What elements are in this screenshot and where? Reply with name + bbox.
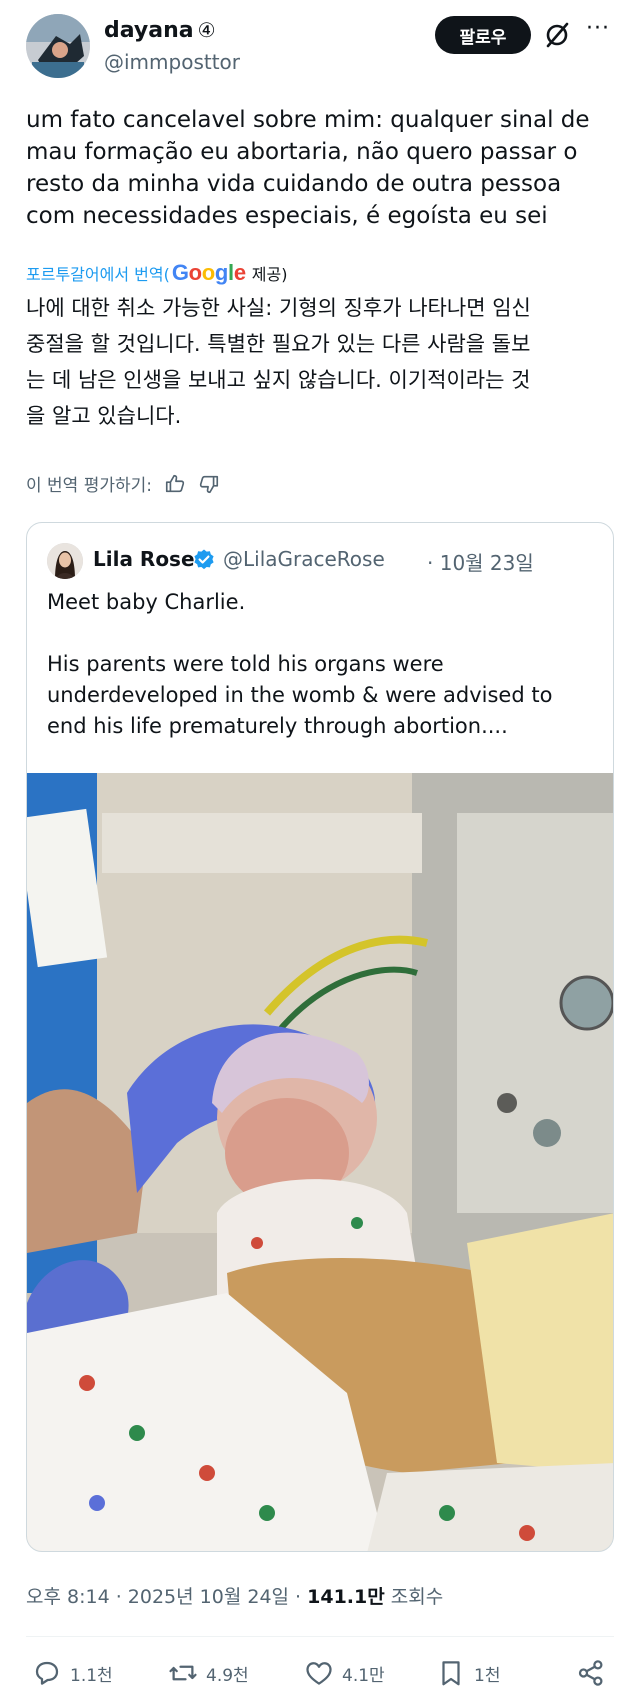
quoted-tweet-card[interactable]: Lila Rose @LilaGraceRose · 10월 23일 Meet … <box>26 522 614 1552</box>
share-icon <box>578 1660 603 1686</box>
quoted-author-name[interactable]: Lila Rose <box>93 547 195 571</box>
translation-attribution[interactable]: 포르투갈어에서 번역( Google 제공) <box>26 260 287 286</box>
quoted-date: · 10월 23일 <box>427 551 534 575</box>
action-bar: 1.1천 4.9천 4.1만 1천 <box>0 1650 640 1700</box>
bookmark-icon <box>442 1661 460 1686</box>
heart-icon <box>306 1662 332 1685</box>
author-badge: ④ <box>197 18 216 42</box>
tweet-meta: 오후 8:14 · 2025년 10월 24일 · 141.1만 조회수 <box>26 1582 443 1609</box>
follow-button[interactable]: 팔로우 <box>435 16 531 54</box>
rate-translation-row: 이 번역 평가하기: <box>26 471 220 496</box>
view-label: 조회수 <box>384 1586 444 1608</box>
repost-count: 4.9천 <box>206 1665 249 1686</box>
reply-icon <box>35 1661 59 1685</box>
translated-text: 나에 대한 취소 가능한 사실: 기형의 징후가 나타나면 임신 중절을 할 것… <box>26 296 531 428</box>
thumbs-down-icon[interactable] <box>198 473 220 495</box>
view-count: 141.1만 <box>307 1586 385 1608</box>
provided-label: 제공) <box>251 265 288 284</box>
google-logo: Google <box>171 260 246 285</box>
author-name-text[interactable]: dayana <box>104 18 194 43</box>
quoted-author-avatar[interactable] <box>47 543 83 579</box>
bookmark-count: 1천 <box>474 1665 501 1686</box>
tweet-text: um fato cancelavel sobre mim: qualquer s… <box>26 107 590 229</box>
reply-button[interactable]: 1.1천 <box>32 1658 113 1688</box>
author-display-name[interactable]: dayana ④ <box>104 18 216 43</box>
tweet-header: dayana ④ @immposttor 팔로우 ··· <box>0 0 640 100</box>
rate-translation-label: 이 번역 평가하기: <box>26 476 153 496</box>
divider <box>26 1636 614 1637</box>
grok-icon[interactable] <box>543 21 571 49</box>
verified-badge-icon <box>194 549 214 570</box>
author-handle[interactable]: @immposttor <box>104 50 240 74</box>
quoted-tweet-photo[interactable] <box>27 773 613 1551</box>
more-options-icon[interactable]: ··· <box>586 16 610 41</box>
bookmark-button[interactable]: 1천 <box>436 1658 500 1688</box>
reply-count: 1.1천 <box>70 1665 113 1686</box>
quoted-author-handle[interactable]: @LilaGraceRose <box>223 547 385 571</box>
like-button[interactable]: 4.1만 <box>304 1658 385 1688</box>
repost-icon <box>169 1665 197 1681</box>
quoted-tweet-text: Meet baby Charlie. His parents were told… <box>47 590 553 738</box>
thumbs-up-icon[interactable] <box>164 473 186 495</box>
repost-button[interactable]: 4.9천 <box>168 1658 249 1688</box>
like-count: 4.1만 <box>342 1665 385 1686</box>
tweet-timestamp[interactable]: 오후 8:14 · 2025년 10월 24일 · <box>26 1586 307 1608</box>
share-button[interactable] <box>576 1658 614 1688</box>
author-avatar[interactable] <box>26 14 90 78</box>
translated-from-label[interactable]: 포르투갈어에서 번역( <box>26 261 170 285</box>
